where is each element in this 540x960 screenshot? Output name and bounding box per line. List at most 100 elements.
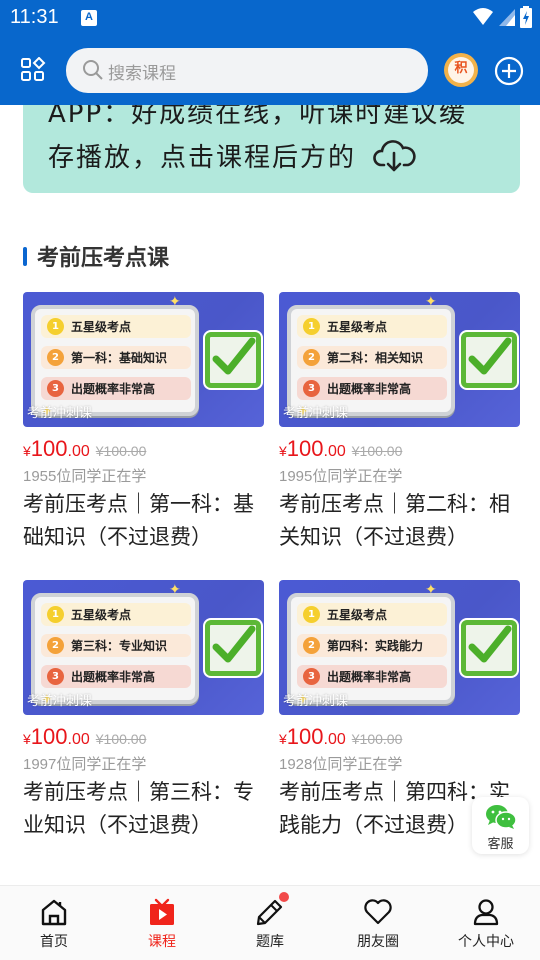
price-integer: 100 bbox=[286, 436, 324, 461]
heart-icon bbox=[364, 899, 392, 925]
tab-moments[interactable]: 朋友圈 bbox=[324, 886, 432, 960]
learner-count: 1995位同学正在学 bbox=[279, 468, 403, 485]
thumb-row-2: 2 第四科：实践能力 bbox=[297, 634, 447, 657]
thumb-row-label: 五星级考点 bbox=[327, 608, 388, 622]
thumb-row-number: 3 bbox=[47, 380, 64, 397]
course-thumbnail[interactable]: 1 五星级考点 2 第三科：专业知识 3 出题概率非常高 ✦ ✦ 考前冲刺课 bbox=[23, 580, 264, 715]
thumb-row-number: 2 bbox=[303, 349, 320, 366]
notice-line-2-text: 存播放，点击课程后方的 bbox=[48, 143, 357, 173]
price-decimal: .00 bbox=[67, 443, 90, 460]
thumb-row-3: 3 出题概率非常高 bbox=[41, 377, 191, 400]
checkbox-checked-icon bbox=[461, 620, 517, 676]
search-input[interactable]: 搜索课程 bbox=[66, 48, 428, 93]
tab-courses[interactable]: 课程 bbox=[108, 886, 216, 960]
notice-line-1: APP：好成绩在线，听课时建议缓 bbox=[48, 105, 468, 129]
search-placeholder: 搜索课程 bbox=[108, 64, 176, 84]
thumbnail-tag: 考前冲刺课 bbox=[27, 406, 93, 421]
thumb-row-number: 1 bbox=[303, 606, 320, 623]
user-icon bbox=[473, 899, 499, 926]
learner-count: 1955位同学正在学 bbox=[23, 468, 147, 485]
thumb-row-label: 出题概率非常高 bbox=[71, 670, 156, 684]
price-symbol: ¥ bbox=[23, 731, 31, 747]
points-icon: 积 bbox=[448, 57, 474, 83]
original-price: ¥100.00 bbox=[351, 731, 403, 747]
thumb-row-number: 3 bbox=[47, 668, 64, 685]
section-title-bar bbox=[23, 246, 27, 266]
course-thumbnail[interactable]: 1 五星级考点 2 第一科：基础知识 3 出题概率非常高 ✦ ✦ 考前冲刺课 bbox=[23, 292, 264, 427]
thumb-row-3: 3 出题概率非常高 bbox=[297, 665, 447, 688]
status-time: 11:31 bbox=[10, 6, 59, 28]
original-price: ¥100.00 bbox=[95, 443, 147, 459]
price-integer: 100 bbox=[286, 724, 324, 749]
thumb-row-1: 1 五星级考点 bbox=[41, 315, 191, 338]
checkbox-checked-icon bbox=[205, 332, 261, 388]
course-title[interactable]: 考前压考点｜第一科：基础知识（不过退费） bbox=[23, 488, 264, 554]
price-symbol: ¥ bbox=[23, 443, 31, 459]
course-title[interactable]: 考前压考点｜第三科：专业知识（不过退费） bbox=[23, 776, 264, 842]
price: ¥ 100 .00 ¥100.00 bbox=[23, 724, 264, 750]
thumb-row-number: 2 bbox=[303, 637, 320, 654]
thumb-row-label: 五星级考点 bbox=[327, 320, 388, 334]
thumb-row-number: 1 bbox=[47, 318, 64, 335]
tab-home-label: 首页 bbox=[40, 934, 68, 950]
thumb-row-label: 第三科：专业知识 bbox=[71, 639, 168, 653]
thumb-row-number: 2 bbox=[47, 349, 64, 366]
tab-profile[interactable]: 个人中心 bbox=[432, 886, 540, 960]
notice-banner[interactable]: APP：好成绩在线，听课时建议缓 存播放，点击课程后方的 bbox=[23, 105, 520, 193]
thumb-row-1: 1 五星级考点 bbox=[297, 315, 447, 338]
price: ¥ 100 .00 ¥100.00 bbox=[279, 724, 520, 750]
learner-count: 1928位同学正在学 bbox=[279, 756, 403, 773]
price-symbol: ¥ bbox=[279, 731, 287, 747]
thumb-row-label: 五星级考点 bbox=[71, 320, 132, 334]
course-card[interactable]: 1 五星级考点 2 第二科：相关知识 3 出题概率非常高 ✦ ✦ 考前冲刺课 ¥ 10… bbox=[279, 292, 520, 554]
thumb-row-number: 1 bbox=[303, 318, 320, 335]
thumb-row-2: 2 第三科：专业知识 bbox=[41, 634, 191, 657]
plus-circle-icon[interactable] bbox=[494, 56, 524, 86]
price-symbol: ¥ bbox=[279, 443, 287, 459]
price-decimal: .00 bbox=[323, 443, 346, 460]
a-icon: A bbox=[81, 10, 97, 26]
thumb-row-label: 第二科：相关知识 bbox=[327, 351, 424, 365]
cloud-download-icon bbox=[373, 139, 416, 171]
thumb-row-3: 3 出题概率非常高 bbox=[297, 377, 447, 400]
learner-count: 1997位同学正在学 bbox=[23, 756, 147, 773]
apps-grid-icon[interactable] bbox=[20, 57, 46, 83]
course-card[interactable]: 1 五星级考点 2 第三科：专业知识 3 出题概率非常高 ✦ ✦ 考前冲刺课 ¥ 10… bbox=[23, 580, 264, 842]
tab-moments-label: 朋友圈 bbox=[357, 934, 399, 950]
wechat-icon bbox=[485, 805, 517, 829]
tab-home[interactable]: 首页 bbox=[0, 886, 108, 960]
thumb-row-2: 2 第一科：基础知识 bbox=[41, 346, 191, 369]
home-icon bbox=[41, 899, 67, 926]
notification-dot bbox=[279, 892, 289, 902]
pencil-icon bbox=[256, 899, 283, 926]
price: ¥ 100 .00 ¥100.00 bbox=[23, 436, 264, 462]
thumb-row-label: 第一科：基础知识 bbox=[71, 351, 168, 365]
customer-service-button[interactable]: 客服 bbox=[472, 797, 529, 854]
tab-profile-label: 个人中心 bbox=[458, 934, 514, 950]
course-thumbnail[interactable]: 1 五星级考点 2 第二科：相关知识 3 出题概率非常高 ✦ ✦ 考前冲刺课 bbox=[279, 292, 520, 427]
tv-play-icon bbox=[150, 898, 174, 925]
sparkle-icon: ✦ bbox=[169, 294, 181, 310]
price-integer: 100 bbox=[30, 436, 68, 461]
original-price: ¥100.00 bbox=[95, 731, 147, 747]
section-title-text: 考前压考点课 bbox=[37, 246, 170, 271]
course-card[interactable]: 1 五星级考点 2 第一科：基础知识 3 出题概率非常高 ✦ ✦ 考前冲刺课 ¥ 10… bbox=[23, 292, 264, 554]
search-icon bbox=[83, 60, 103, 80]
thumbnail-board: 1 五星级考点 2 第一科：基础知识 3 出题概率非常高 bbox=[31, 305, 199, 416]
thumb-row-number: 3 bbox=[303, 380, 320, 397]
points-button[interactable]: 积 bbox=[444, 53, 478, 87]
tab-question-bank[interactable]: 题库 bbox=[216, 886, 324, 960]
thumb-row-label: 第四科：实践能力 bbox=[327, 639, 424, 653]
original-price: ¥100.00 bbox=[351, 443, 403, 459]
battery-charging-icon bbox=[520, 6, 532, 28]
sparkle-icon: ✦ bbox=[425, 582, 437, 598]
thumb-row-number: 1 bbox=[47, 606, 64, 623]
thumb-row-label: 五星级考点 bbox=[71, 608, 132, 622]
tab-courses-label: 课程 bbox=[148, 934, 176, 950]
thumb-row-number: 2 bbox=[47, 637, 64, 654]
thumb-row-1: 1 五星级考点 bbox=[297, 603, 447, 626]
thumb-row-1: 1 五星级考点 bbox=[41, 603, 191, 626]
top-header: 搜索课程 积 bbox=[0, 36, 540, 105]
course-thumbnail[interactable]: 1 五星级考点 2 第四科：实践能力 3 出题概率非常高 ✦ ✦ 考前冲刺课 bbox=[279, 580, 520, 715]
course-title[interactable]: 考前压考点｜第二科：相关知识（不过退费） bbox=[279, 488, 520, 554]
